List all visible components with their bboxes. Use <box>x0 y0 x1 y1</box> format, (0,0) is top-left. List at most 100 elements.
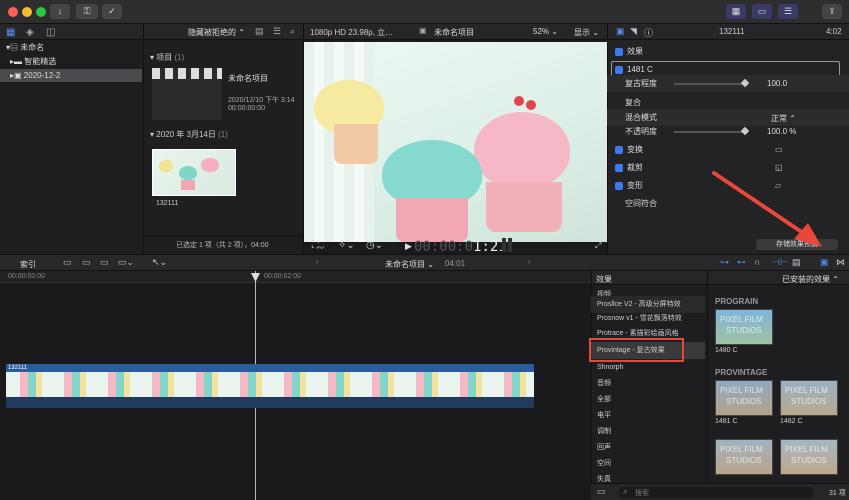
timeline-ruler[interactable]: 00:00:00:00 00:00:02:00 <box>0 271 591 283</box>
back-arrow-icon[interactable]: ‹ <box>316 257 319 266</box>
timeline-clip-filmstrip[interactable] <box>6 372 534 408</box>
library-item-event[interactable]: ▸▣ 2020-12-2 <box>0 69 142 82</box>
connect-clip-icon[interactable]: ▭ <box>63 257 72 268</box>
effect-tile[interactable]: PIXEL FILM STUDIOS <box>715 439 773 475</box>
effect-tile-1480c[interactable]: PIXEL FILM STUDIOS <box>715 309 773 345</box>
list-view-icon[interactable]: ☰ <box>273 26 281 37</box>
zoom-dropdown[interactable]: 52% ⌄ <box>533 27 558 36</box>
timeline-project-dropdown[interactable]: 未命名项目 ⌄ <box>385 259 434 270</box>
effects-grid-panel: 已安装的效果 ⌃ PROGRAIN PIXEL FILM STUDIOS 148… <box>707 271 849 500</box>
project-thumbnail[interactable] <box>152 68 222 120</box>
checkbox-icon[interactable] <box>615 163 623 172</box>
category-audio[interactable]: 音频 <box>591 375 705 392</box>
project-section-header[interactable]: ▾ 项目 (1) <box>150 52 184 63</box>
effects-browser-icon[interactable]: ▣ <box>820 257 829 268</box>
search-icon[interactable]: ⌕ <box>290 26 295 37</box>
opacity-slider[interactable] <box>674 131 748 133</box>
library-item-root[interactable]: ▾▤ 未命名 <box>0 41 142 54</box>
category-item[interactable]: Shnorph <box>591 359 705 376</box>
category-item[interactable]: 调制 <box>591 423 705 440</box>
clip-thumbnail[interactable] <box>152 149 236 196</box>
retro-slider[interactable] <box>674 83 748 85</box>
format-label[interactable]: 1080p HD 23.98p, 立… <box>310 27 393 38</box>
library-icon[interactable]: ▦ <box>6 27 15 38</box>
inspector-layout-button[interactable]: ☰ <box>778 4 798 19</box>
keyword-button[interactable]: ⚿ <box>76 4 98 19</box>
effect-tile-name: 1482 C <box>780 418 803 425</box>
library-header: ▦ ◈ ◫ <box>0 24 143 40</box>
insert-clip-icon[interactable]: ▭ <box>82 257 91 268</box>
transform-tool-icon[interactable]: ⛶⌄ <box>312 240 324 251</box>
background-tasks-button[interactable]: ✓ <box>102 4 122 19</box>
opacity-value[interactable]: 100.0 % <box>767 127 796 136</box>
speed-tool-icon[interactable]: ◷⌄ <box>366 240 383 251</box>
effect-tile-1482c[interactable]: PIXEL FILM STUDIOS <box>780 380 838 416</box>
browser-layout-button[interactable]: ▦ <box>726 4 746 19</box>
effects-count: 31 项 <box>829 490 846 497</box>
audio-skimming-icon[interactable]: ⊷ <box>737 257 746 268</box>
effects-section[interactable]: 效果 <box>607 43 849 60</box>
close-window-button[interactable] <box>8 7 18 17</box>
transitions-browser-icon[interactable]: ⋈ <box>836 257 845 268</box>
zoom-window-button[interactable] <box>36 7 46 17</box>
headphones-icon[interactable]: ∩ <box>754 257 760 267</box>
installed-effects-dropdown[interactable]: 已安装的效果 ⌃ <box>782 274 839 285</box>
browser-panel: 隐藏被拒绝的 ⌃ ▤ ☰ ⌕ ▾ 项目 (1) 未命名项目 2020/12/10… <box>143 24 304 254</box>
effect-tile-name: 1481 C <box>715 418 738 425</box>
checkbox-icon[interactable] <box>615 145 623 154</box>
category-item[interactable]: 空间 <box>591 455 705 472</box>
cupcake-image <box>181 180 195 190</box>
category-item[interactable]: 回声 <box>591 439 705 456</box>
checkbox-icon[interactable] <box>615 47 623 56</box>
effect-tile-1481c[interactable]: PIXEL FILM STUDIOS <box>715 380 773 416</box>
search-icon: ⌕ <box>623 487 628 496</box>
forward-arrow-icon[interactable]: › <box>528 257 531 266</box>
display-dropdown[interactable]: 显示 ⌄ <box>574 27 599 38</box>
checkbox-icon[interactable] <box>615 65 623 74</box>
effects-search-bar: ▭ ⌕ 搜索 31 项 <box>591 483 849 500</box>
sidebar-toggle-icon[interactable]: ▭ <box>597 486 606 497</box>
category-item[interactable]: 全部 <box>591 391 705 408</box>
cherry <box>526 100 536 110</box>
minimize-window-button[interactable] <box>22 7 32 17</box>
timeline-layout-button[interactable]: ▭ <box>752 4 772 19</box>
inspector-duration: 4:02 <box>826 27 842 36</box>
fullscreen-icon[interactable]: ⤢ <box>595 241 601 251</box>
overwrite-clip-icon[interactable]: ▭⌄ <box>118 257 134 268</box>
share-button[interactable]: ⇪ <box>822 4 842 19</box>
filter-dropdown[interactable]: 隐藏被拒绝的 ⌃ <box>188 27 245 38</box>
index-button[interactable]: 索引 <box>20 259 36 270</box>
skimming-icon[interactable]: ⊶ <box>720 257 729 268</box>
effect-tile[interactable]: PIXEL FILM STUDIOS <box>780 439 838 475</box>
clapper-stripes <box>152 68 222 79</box>
transform-row[interactable]: 变换 ▭ <box>607 141 849 158</box>
titles-icon[interactable]: ◫ <box>46 27 55 38</box>
checkbox-icon[interactable] <box>615 181 623 190</box>
group-provintage: PROVINTAGE <box>715 368 768 377</box>
photos-icon[interactable]: ◈ <box>26 27 34 38</box>
date-section-header[interactable]: ▾ 2020 年 3月14日 (1) <box>150 129 228 140</box>
search-field[interactable]: ⌕ 搜索 <box>619 487 813 498</box>
clip-appearance-icon[interactable]: ▤ <box>255 26 264 37</box>
enhance-tool-icon[interactable]: ✧⌄ <box>338 240 355 251</box>
tile-watermark: PIXEL FILM <box>785 386 828 395</box>
clip-header[interactable]: 132111 <box>6 364 534 372</box>
play-icon[interactable]: ▶ <box>405 241 412 252</box>
info-icon[interactable]: ⓘ <box>644 26 653 39</box>
append-clip-icon[interactable]: ▭ <box>100 257 109 268</box>
import-button[interactable]: ↓ <box>50 4 70 19</box>
library-item-smart[interactable]: ▸▬ 智能精选 <box>0 55 142 68</box>
snapping-icon[interactable]: ⊣⊢ <box>772 257 788 268</box>
tile-watermark: STUDIOS <box>726 397 762 406</box>
color-inspector-icon[interactable]: ◥ <box>630 26 637 37</box>
retro-value[interactable]: 100.0 <box>767 79 787 88</box>
transform-icon[interactable]: ▭ <box>775 141 783 158</box>
cherry <box>514 96 524 106</box>
select-tool-icon[interactable]: ↖⌄ <box>152 257 167 268</box>
category-item[interactable]: 电平 <box>591 407 705 424</box>
video-frame[interactable] <box>304 42 608 242</box>
video-inspector-icon[interactable]: ▣ <box>616 26 625 37</box>
clip-appearance-icon[interactable]: ▤ <box>792 257 801 268</box>
timecode-display[interactable]: 00:00:01:21 <box>414 239 507 255</box>
browser-status-bar: 已选定 1 项（共 2 项），04:00 <box>144 235 304 252</box>
